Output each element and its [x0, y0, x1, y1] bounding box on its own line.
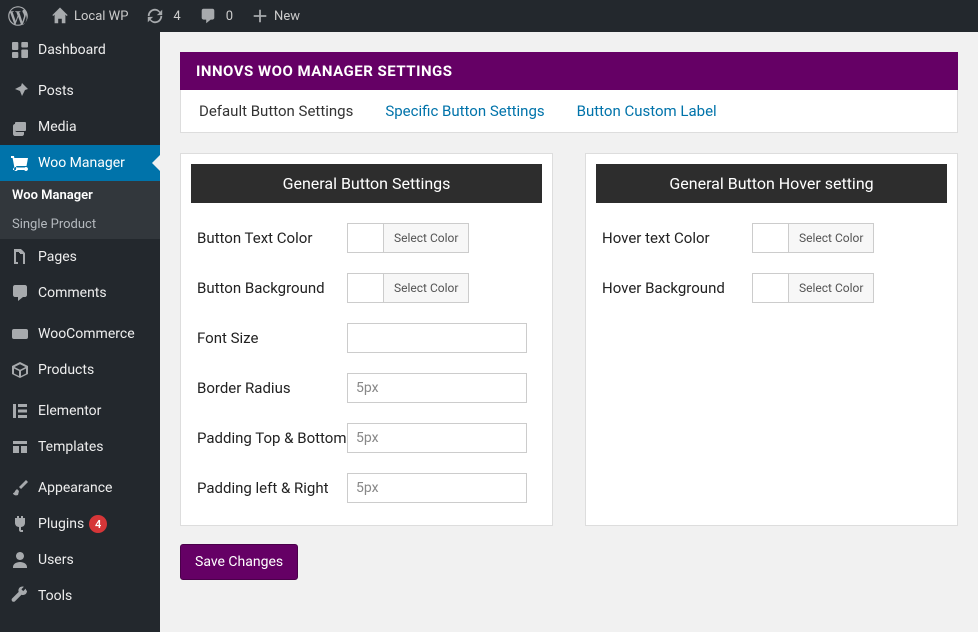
- tab-default[interactable]: Default Button Settings: [199, 102, 353, 120]
- color-swatch-hover-text[interactable]: [752, 223, 788, 253]
- field-label-background: Button Background: [197, 279, 347, 297]
- plug-icon: [10, 514, 30, 534]
- field-label-padding-tb: Padding Top & Bottom: [197, 429, 347, 447]
- tabs: Default Button Settings Specific Button …: [180, 90, 958, 133]
- sidebar-item-products[interactable]: Products: [0, 352, 160, 388]
- site-name: Local WP: [74, 9, 128, 24]
- field-label-font-size: Font Size: [197, 329, 347, 347]
- elementor-icon: [10, 401, 30, 421]
- sidebar-item-label: Pages: [38, 249, 77, 265]
- woocommerce-icon: [10, 324, 30, 344]
- sidebar-item-label: Plugins: [38, 516, 84, 532]
- admin-bar: Local WP 4 0 New: [0, 0, 978, 32]
- color-swatch-bg[interactable]: [347, 273, 383, 303]
- new-content-link[interactable]: New: [251, 7, 300, 25]
- updates-link[interactable]: 4: [146, 7, 180, 25]
- border-radius-input[interactable]: [347, 373, 527, 403]
- sidebar-item-plugins[interactable]: Plugins 4: [0, 506, 160, 542]
- sidebar-item-label: Comments: [38, 285, 107, 301]
- sidebar-item-label: WooCommerce: [38, 326, 135, 342]
- font-size-input[interactable]: [347, 323, 527, 353]
- panel-general-button: General Button Settings Button Text Colo…: [180, 153, 553, 526]
- home-icon: [51, 7, 69, 25]
- sidebar-item-woocommerce[interactable]: WooCommerce: [0, 316, 160, 352]
- plugins-update-badge: 4: [89, 515, 107, 533]
- sidebar-item-woo-manager[interactable]: Woo Manager: [0, 145, 160, 181]
- wp-logo[interactable]: [8, 6, 33, 26]
- templates-icon: [10, 437, 30, 457]
- admin-sidebar: Dashboard Posts Media Woo Manager Woo Ma…: [0, 32, 160, 632]
- pin-icon: [10, 81, 30, 101]
- sidebar-item-pages[interactable]: Pages: [0, 239, 160, 275]
- site-name-link[interactable]: Local WP: [51, 7, 128, 25]
- panel-hover-button: General Button Hover setting Hover text …: [585, 153, 958, 526]
- main-content: INNOVS WOO MANAGER SETTINGS Default Butt…: [160, 32, 978, 632]
- pages-icon: [10, 247, 30, 267]
- user-icon: [10, 550, 30, 570]
- wrench-icon: [10, 586, 30, 606]
- brush-icon: [10, 478, 30, 498]
- tab-specific[interactable]: Specific Button Settings: [385, 102, 544, 120]
- select-color-button[interactable]: Select Color: [383, 223, 469, 253]
- sidebar-sub-woo-manager[interactable]: Woo Manager: [0, 181, 160, 210]
- save-button[interactable]: Save Changes: [180, 544, 298, 580]
- color-swatch-text[interactable]: [347, 223, 383, 253]
- sidebar-item-label: Users: [38, 552, 74, 568]
- sidebar-item-users[interactable]: Users: [0, 542, 160, 578]
- field-label-text-color: Button Text Color: [197, 229, 347, 247]
- tab-custom-label[interactable]: Button Custom Label: [577, 102, 717, 120]
- sidebar-item-label: Woo Manager: [38, 155, 125, 171]
- select-color-button[interactable]: Select Color: [383, 273, 469, 303]
- sidebar-item-posts[interactable]: Posts: [0, 73, 160, 109]
- field-label-hover-text: Hover text Color: [602, 229, 752, 247]
- sidebar-sub-single-product[interactable]: Single Product: [0, 210, 160, 239]
- new-label: New: [274, 9, 300, 24]
- select-color-button[interactable]: Select Color: [788, 223, 874, 253]
- box-icon: [10, 360, 30, 380]
- sidebar-item-templates[interactable]: Templates: [0, 429, 160, 465]
- sidebar-item-appearance[interactable]: Appearance: [0, 470, 160, 506]
- comments-link[interactable]: 0: [199, 7, 233, 25]
- select-color-button[interactable]: Select Color: [788, 273, 874, 303]
- sidebar-item-tools[interactable]: Tools: [0, 578, 160, 614]
- media-icon: [10, 117, 30, 137]
- sidebar-item-label: Appearance: [38, 480, 112, 496]
- panel-heading: General Button Hover setting: [596, 164, 947, 203]
- refresh-icon: [146, 7, 164, 25]
- sidebar-item-comments[interactable]: Comments: [0, 275, 160, 311]
- sidebar-item-label: Dashboard: [38, 42, 106, 58]
- sidebar-submenu: Woo Manager Single Product: [0, 181, 160, 239]
- dashboard-icon: [10, 40, 30, 60]
- sidebar-item-elementor[interactable]: Elementor: [0, 393, 160, 429]
- page-title: INNOVS WOO MANAGER SETTINGS: [180, 52, 958, 90]
- sidebar-item-label: Elementor: [38, 403, 101, 419]
- sidebar-item-label: Templates: [38, 439, 104, 455]
- sidebar-item-label: Tools: [38, 588, 72, 604]
- sidebar-item-label: Media: [38, 119, 77, 135]
- plus-icon: [251, 7, 269, 25]
- comment-icon: [199, 7, 217, 25]
- cart-icon: [10, 153, 30, 173]
- updates-count: 4: [173, 9, 180, 24]
- comment-icon: [10, 283, 30, 303]
- sidebar-item-media[interactable]: Media: [0, 109, 160, 145]
- sidebar-item-dashboard[interactable]: Dashboard: [0, 32, 160, 68]
- field-label-border-radius: Border Radius: [197, 379, 347, 397]
- padding-tb-input[interactable]: [347, 423, 527, 453]
- comments-count: 0: [226, 9, 233, 24]
- color-swatch-hover-bg[interactable]: [752, 273, 788, 303]
- sidebar-item-label: Products: [38, 362, 94, 378]
- wordpress-icon: [8, 6, 28, 26]
- field-label-padding-lr: Padding left & Right: [197, 479, 347, 497]
- padding-lr-input[interactable]: [347, 473, 527, 503]
- sidebar-item-label: Posts: [38, 83, 74, 99]
- field-label-hover-bg: Hover Background: [602, 279, 752, 297]
- panel-heading: General Button Settings: [191, 164, 542, 203]
